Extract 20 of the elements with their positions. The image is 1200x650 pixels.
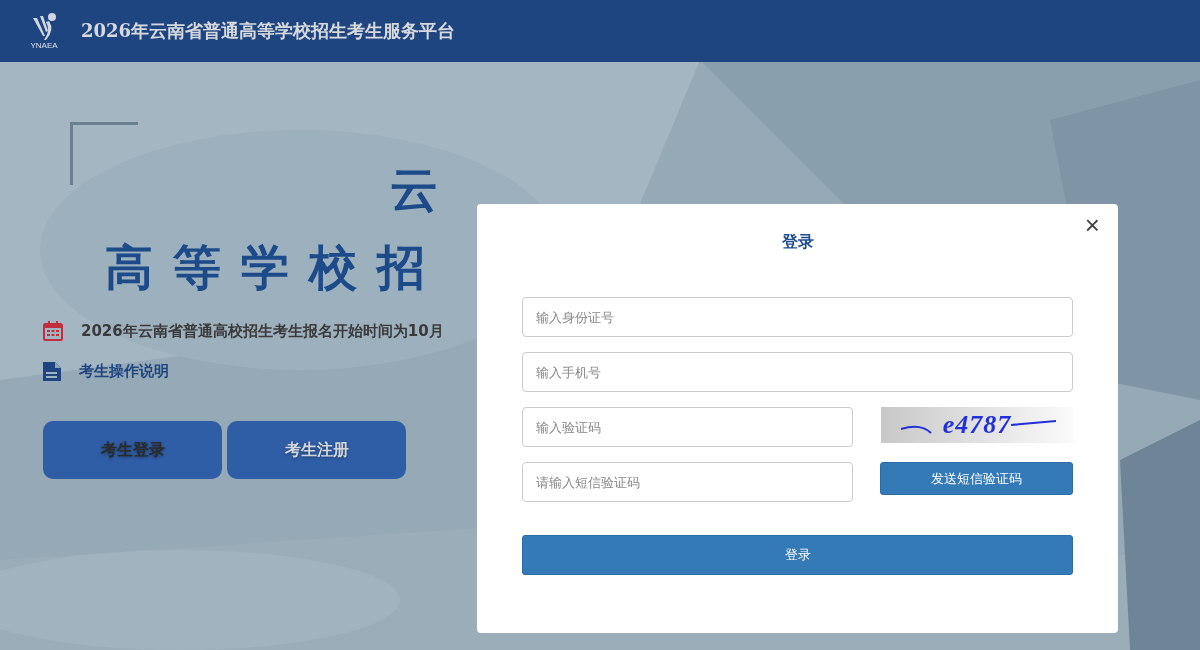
close-button[interactable]: ×: [1080, 212, 1104, 238]
corner-bracket: [70, 122, 138, 185]
input-field[interactable]: 请输入短信验证码: [522, 462, 853, 502]
login-button[interactable]: 登录: [522, 535, 1073, 575]
logo-caption: YNAEA: [30, 42, 58, 50]
captcha-image[interactable]: e4787: [881, 407, 1073, 443]
input-field[interactable]: 输入验证码: [522, 407, 853, 447]
notice-text: 2026年云南省普通高校招生考生报名开始时间为10月: [81, 321, 444, 341]
site-title: 2026年云南省普通高等学校招生考生服务平台: [81, 19, 456, 43]
input-field[interactable]: 输入身份证号: [522, 297, 1073, 337]
logo-icon: [31, 12, 57, 42]
input-field[interactable]: 输入手机号: [522, 352, 1073, 392]
document-icon: [43, 361, 61, 381]
hero-button[interactable]: 考生注册: [227, 421, 406, 479]
hero-heading: 云: [390, 165, 458, 213]
guide-link[interactable]: 考生操作说明: [79, 361, 169, 381]
hero-heading: 高等学校招: [105, 243, 445, 291]
send-code-button[interactable]: 发送短信验证码: [880, 462, 1073, 495]
calendar-icon: [43, 321, 63, 341]
dialog-title: 登录: [781, 232, 814, 253]
